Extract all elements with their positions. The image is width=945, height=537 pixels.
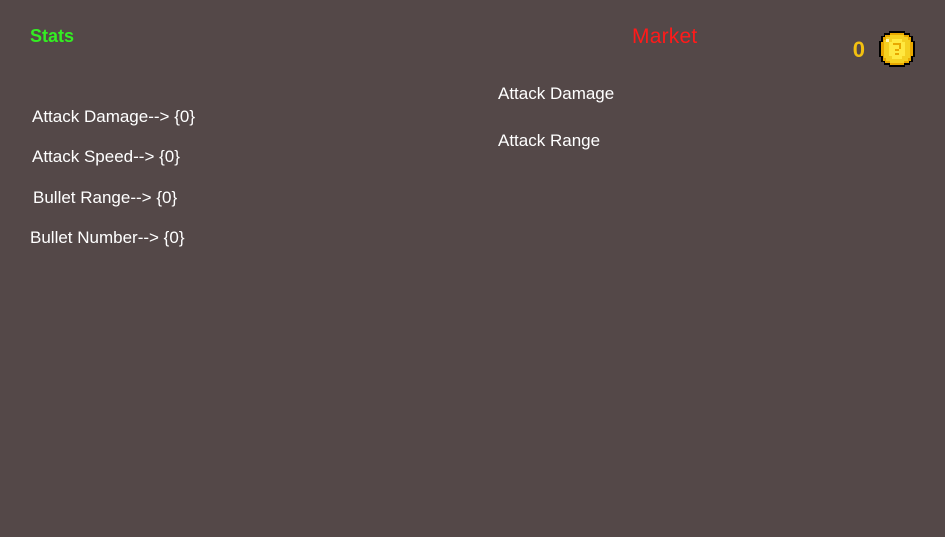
gold-coin-icon <box>879 31 915 67</box>
coin-count: 0 <box>852 37 865 62</box>
market-title: Market <box>632 25 698 48</box>
market-item-attack-damage[interactable]: Attack Damage <box>498 84 614 104</box>
stat-attack-speed: Attack Speed--> {0} <box>32 147 180 166</box>
stat-bullet-number: Bullet Number--> {0} <box>30 228 185 247</box>
stats-title: Stats <box>30 26 75 46</box>
stat-bullet-range: Bullet Range--> {0} <box>33 188 178 207</box>
stat-attack-damage: Attack Damage--> {0} <box>32 107 196 126</box>
market-item-attack-range[interactable]: Attack Range <box>498 131 600 151</box>
